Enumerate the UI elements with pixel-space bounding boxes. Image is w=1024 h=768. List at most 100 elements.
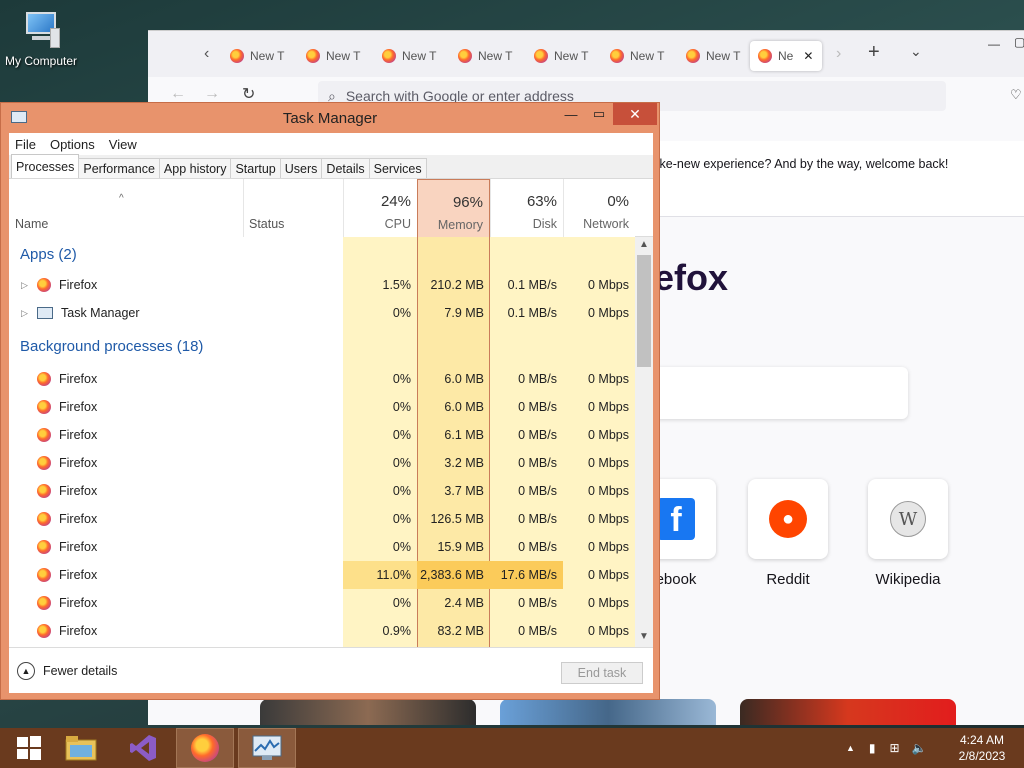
reload-icon[interactable]: ↻ bbox=[242, 84, 255, 104]
end-task-button[interactable]: End task bbox=[561, 662, 643, 684]
close-button[interactable]: ✕ bbox=[613, 103, 657, 125]
tab-app-history[interactable]: App history bbox=[158, 158, 232, 178]
firefox-icon bbox=[758, 49, 772, 63]
expand-icon[interactable]: ▷ bbox=[21, 308, 28, 319]
story-thumbnail[interactable] bbox=[740, 699, 956, 725]
show-hidden-icons[interactable]: ▲ bbox=[846, 743, 855, 753]
column-memory[interactable]: 96% Memory bbox=[417, 179, 490, 237]
table-row[interactable]: Firefox 0% 3.2 MB 0 MB/s 0 Mbps bbox=[9, 449, 635, 477]
firefox-tab[interactable]: New T bbox=[298, 41, 368, 71]
taskbar-file-explorer[interactable] bbox=[52, 728, 110, 768]
table-row[interactable]: Firefox 0.9% 83.2 MB 0 MB/s 0 Mbps bbox=[9, 617, 635, 645]
column-cpu[interactable]: 24% CPU bbox=[343, 179, 417, 237]
tab-details[interactable]: Details bbox=[321, 158, 370, 178]
tab-scroll-right-icon[interactable]: › bbox=[836, 45, 841, 63]
scroll-down-icon[interactable]: ▼ bbox=[639, 631, 649, 642]
menu-view[interactable]: View bbox=[109, 137, 137, 152]
firefox-tab[interactable]: New T bbox=[678, 41, 748, 71]
table-row[interactable]: Firefox 0% 3.7 MB 0 MB/s 0 Mbps bbox=[9, 477, 635, 505]
back-icon[interactable]: ← bbox=[170, 85, 186, 103]
pocket-icon[interactable]: ♡ bbox=[1010, 87, 1022, 103]
system-tray: ▲ ▮ ⊞ 🔈 bbox=[846, 728, 927, 768]
tab-users[interactable]: Users bbox=[279, 158, 323, 178]
firefox-tab[interactable]: New T bbox=[526, 41, 596, 71]
firefox-tab[interactable]: New T bbox=[602, 41, 672, 71]
forward-icon[interactable]: → bbox=[204, 85, 220, 103]
reddit-icon: ● bbox=[769, 500, 807, 538]
start-button[interactable] bbox=[0, 728, 58, 768]
shortcut-reddit[interactable]: ● Reddit bbox=[748, 479, 828, 588]
table-row-highlighted[interactable]: Firefox 11.0% 2,383.6 MB 17.6 MB/s 0 Mbp… bbox=[9, 561, 635, 589]
process-rows: Apps (2) ▷ Firefox 1.5% 210.2 MB 0.1 MB/… bbox=[9, 237, 635, 645]
new-tab-button[interactable]: + bbox=[868, 41, 880, 64]
column-header-row: ^ Name Status 24% CPU 96% Memory 63% Dis… bbox=[9, 179, 653, 237]
new-tab-search-box[interactable] bbox=[654, 367, 908, 419]
volume-icon[interactable]: 🔈 bbox=[912, 741, 927, 755]
table-row[interactable]: ▷ Firefox 1.5% 210.2 MB 0.1 MB/s 0 Mbps bbox=[9, 271, 635, 299]
table-row[interactable]: Firefox 0% 126.5 MB 0 MB/s 0 Mbps bbox=[9, 505, 635, 533]
firefox-icon bbox=[37, 512, 51, 526]
story-thumbnail[interactable] bbox=[500, 699, 716, 725]
table-row[interactable]: Firefox 0% 15.9 MB 0 MB/s 0 Mbps bbox=[9, 533, 635, 561]
table-row[interactable]: Firefox 0% 6.0 MB 0 MB/s 0 Mbps bbox=[9, 393, 635, 421]
scrollbar-thumb[interactable] bbox=[637, 255, 651, 367]
table-row[interactable]: ▷ Task Manager 0% 7.9 MB 0.1 MB/s 0 Mbps bbox=[9, 299, 635, 327]
firefox-icon bbox=[37, 456, 51, 470]
taskbar-clock[interactable]: 4:24 AM 2/8/2023 bbox=[950, 732, 1014, 764]
vertical-scrollbar[interactable]: ▲ ▼ bbox=[635, 237, 653, 647]
minimize-button[interactable]: — bbox=[557, 103, 585, 125]
clock-time: 4:24 AM bbox=[959, 733, 1005, 747]
fewer-details-label: Fewer details bbox=[43, 664, 118, 678]
column-network[interactable]: 0% Network bbox=[563, 179, 635, 237]
tab-services[interactable]: Services bbox=[368, 158, 427, 178]
taskbar-task-manager[interactable] bbox=[238, 728, 296, 768]
firefox-icon bbox=[382, 49, 396, 63]
taskbar-firefox[interactable] bbox=[176, 728, 234, 768]
visual-studio-icon bbox=[130, 735, 156, 761]
shortcut-label: Wikipedia bbox=[875, 571, 941, 588]
firefox-tab-bar: ‹ New T New T New T New T New T New T Ne… bbox=[148, 31, 1024, 77]
group-header-background: Background processes (18) bbox=[20, 337, 204, 355]
sort-up-icon: ^ bbox=[119, 193, 124, 204]
list-all-tabs-icon[interactable]: ⌄ bbox=[910, 43, 922, 60]
close-tab-icon[interactable]: ✕ bbox=[803, 49, 813, 63]
tab-scroll-left-icon[interactable]: ‹ bbox=[204, 45, 209, 63]
task-manager-icon bbox=[37, 307, 53, 319]
task-manager-icon bbox=[252, 735, 282, 760]
menu-file[interactable]: File bbox=[15, 137, 36, 152]
table-row[interactable]: Firefox 0% 6.1 MB 0 MB/s 0 Mbps bbox=[9, 421, 635, 449]
firefox-icon bbox=[37, 484, 51, 498]
action-center-icon[interactable]: ▮ bbox=[869, 741, 876, 755]
firefox-icon bbox=[37, 428, 51, 442]
taskbar-visual-studio[interactable] bbox=[114, 728, 172, 768]
table-row[interactable]: Firefox 0% 2.4 MB 0 MB/s 0 Mbps bbox=[9, 589, 635, 617]
file-explorer-icon bbox=[65, 736, 97, 761]
expand-icon[interactable]: ▷ bbox=[21, 280, 28, 291]
tab-performance[interactable]: Performance bbox=[78, 158, 160, 178]
group-header-apps: Apps (2) bbox=[20, 245, 77, 263]
maximize-icon[interactable]: ▢ bbox=[1014, 35, 1024, 49]
firefox-tab[interactable]: New T bbox=[374, 41, 444, 71]
story-thumbnail[interactable] bbox=[260, 699, 476, 725]
shortcut-wikipedia[interactable]: W Wikipedia bbox=[868, 479, 948, 588]
column-name[interactable]: ^ Name bbox=[9, 179, 243, 237]
desktop-icon-my-computer[interactable]: My Computer bbox=[2, 10, 80, 68]
firefox-tab-active[interactable]: Ne ✕ bbox=[750, 41, 822, 71]
title-bar[interactable]: Task Manager — ▭ ✕ bbox=[1, 103, 659, 133]
table-row[interactable]: Firefox 0% 6.0 MB 0 MB/s 0 Mbps bbox=[9, 365, 635, 393]
maximize-button[interactable]: ▭ bbox=[585, 103, 613, 125]
tab-strip: Processes Performance App history Startu… bbox=[9, 154, 653, 179]
process-grid: ^ Name Status 24% CPU 96% Memory 63% Dis… bbox=[9, 179, 653, 647]
column-disk[interactable]: 63% Disk bbox=[490, 179, 563, 237]
fewer-details-button[interactable]: ▲ Fewer details bbox=[17, 662, 117, 680]
network-icon[interactable]: ⊞ bbox=[890, 741, 900, 755]
minimize-icon[interactable]: — bbox=[988, 37, 1000, 51]
firefox-tab[interactable]: New T bbox=[450, 41, 520, 71]
scroll-up-icon[interactable]: ▲ bbox=[639, 239, 649, 250]
menu-options[interactable]: Options bbox=[50, 137, 95, 152]
tab-startup[interactable]: Startup bbox=[230, 158, 281, 178]
tab-processes[interactable]: Processes bbox=[11, 154, 80, 178]
firefox-tab[interactable]: New T bbox=[222, 41, 292, 71]
column-status[interactable]: Status bbox=[243, 179, 343, 237]
firefox-icon bbox=[458, 49, 472, 63]
